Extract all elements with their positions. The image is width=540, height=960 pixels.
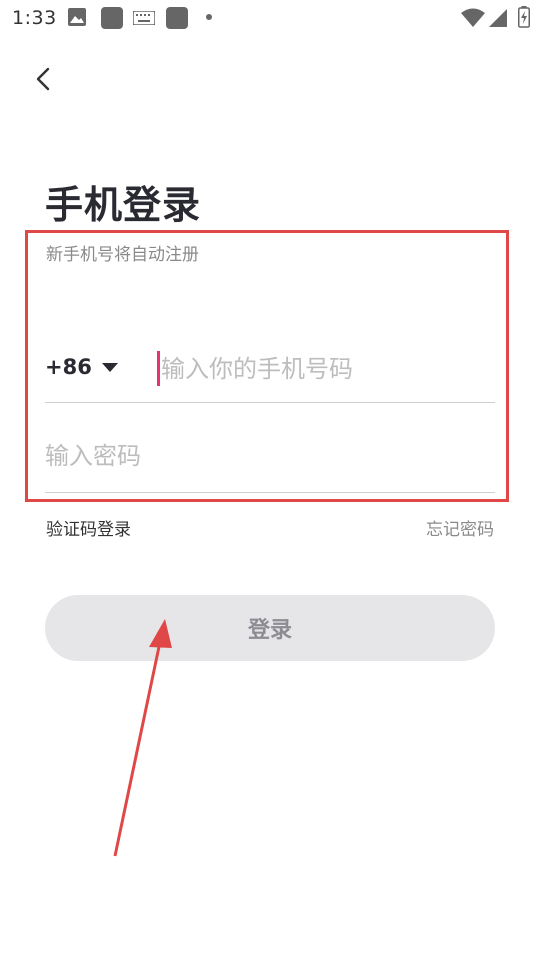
password-divider (45, 492, 495, 493)
wifi-icon (461, 8, 485, 27)
signal-icon (489, 9, 507, 27)
status-bar: 1:33 (0, 0, 540, 36)
app-icon (101, 7, 123, 29)
phone-input[interactable] (161, 350, 491, 388)
phone-divider (45, 402, 495, 403)
keyboard-icon (133, 11, 155, 25)
sms-code-login-link[interactable]: 验证码登录 (46, 515, 131, 540)
back-button[interactable] (26, 60, 60, 98)
auto-register-hint: 新手机号将自动注册 (46, 245, 199, 265)
country-code-label: +86 (45, 355, 92, 379)
forgot-password-link[interactable]: 忘记密码 (426, 515, 494, 540)
password-input[interactable] (45, 437, 485, 475)
app-icon (166, 7, 188, 29)
page-title: 手机登录 (45, 183, 202, 227)
chevron-left-icon (36, 67, 50, 91)
text-cursor (157, 351, 160, 386)
battery-icon (518, 6, 530, 28)
country-code-selector[interactable]: +86 (45, 350, 118, 384)
annotation-arrow (113, 619, 172, 857)
status-time: 1:33 (12, 7, 57, 29)
login-button[interactable]: 登录 (45, 595, 495, 661)
image-icon (68, 8, 86, 26)
caret-down-icon (101, 362, 118, 372)
dot-icon (206, 14, 212, 20)
